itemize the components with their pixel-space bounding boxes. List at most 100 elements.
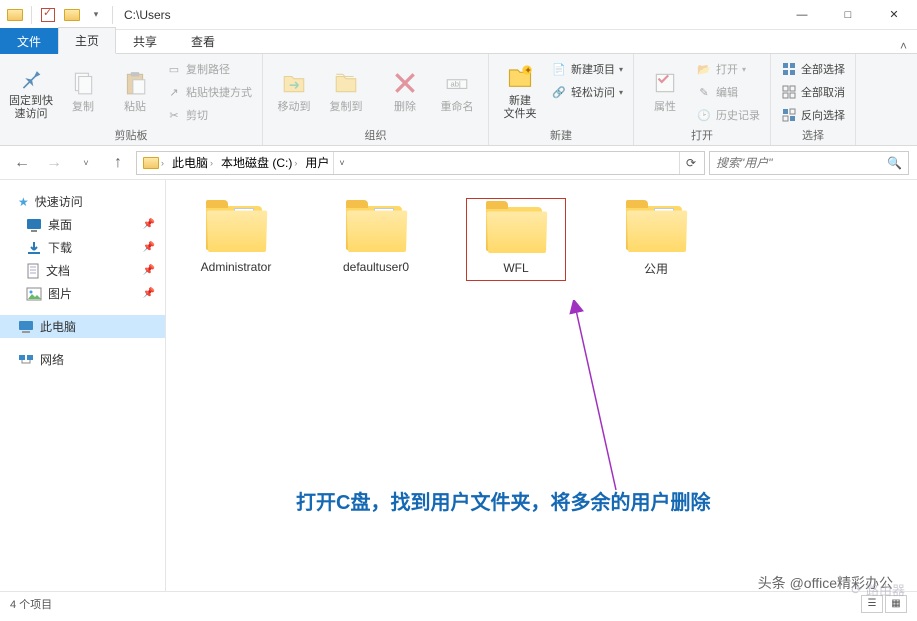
content-pane[interactable]: Administrator defaultuser0 WFL 公用 打开C盘，找… [166,180,917,591]
easyaccess-icon: 🔗 [551,84,567,100]
quick-access-toolbar: ▾ [0,4,120,26]
copy-path-button[interactable]: ▭ 复制路径 [162,58,256,80]
folder-icon[interactable] [4,4,26,26]
paste-shortcut-button[interactable]: ↗ 粘贴快捷方式 [162,81,256,103]
tab-view[interactable]: 查看 [174,28,232,54]
search-field[interactable] [716,156,887,170]
moveto-icon [278,67,310,99]
folder-item[interactable]: defaultuser0 [326,198,426,281]
history-icon: 🕑 [696,107,712,123]
ribbon-group-new: ✦ 新建 文件夹 📄 新建项目 ▾ 🔗 轻松访问 ▾ 新建 [489,54,634,145]
folder-grid: Administrator defaultuser0 WFL 公用 [186,198,897,281]
statusbar: 4 个项目 ☰ ▦ [0,591,917,615]
ribbon-group-select: 全部选择 全部取消 反向选择 选择 [771,54,856,145]
selectnone-icon [781,84,797,100]
breadcrumb-thispc[interactable]: 此电脑› [168,152,217,174]
folder-item[interactable]: Administrator [186,198,286,281]
breadcrumb-users[interactable]: 用户 [301,152,333,174]
history-button[interactable]: 🕑 历史记录 [692,104,764,126]
recent-dropdown[interactable]: ˅ [72,151,100,175]
tab-share[interactable]: 共享 [116,28,174,54]
newfolder-icon: ✦ [504,61,536,93]
downloads-icon [26,241,42,255]
sidebar-item-downloads[interactable]: 下载 📌 [0,236,165,259]
copyto-button[interactable]: 复制到 [321,56,371,126]
group-label-select: 选择 [777,126,849,144]
annotation-text: 打开C盘，找到用户文件夹，将多余的用户删除 [296,486,710,515]
edit-icon: ✎ [696,84,712,100]
thispc-icon [18,320,34,334]
search-input[interactable]: 🔍 [709,151,909,175]
ribbon-tabs: 文件 主页 共享 查看 ˄ [0,30,917,54]
back-button[interactable]: ← [8,151,36,175]
edit-button[interactable]: ✎ 编辑 [692,81,764,103]
folder-item-highlighted[interactable]: WFL [466,198,566,281]
open-button[interactable]: 📂 打开 ▾ [692,58,764,80]
copyto-icon [330,67,362,99]
documents-icon [26,263,40,279]
watermark-secondary: ⟳路由器 [851,580,905,599]
forward-button[interactable]: → [40,151,68,175]
rename-button[interactable]: ab| 重命名 [432,56,482,126]
selectall-button[interactable]: 全部选择 [777,58,849,80]
desktop-icon [26,218,42,232]
qat-dropdown-icon[interactable]: ▾ [85,4,107,26]
pin-icon [15,61,47,93]
sidebar-item-desktop[interactable]: 桌面 📌 [0,213,165,236]
sidebar-item-thispc[interactable]: 此电脑 [0,315,165,338]
delete-icon [389,67,421,99]
refresh-button[interactable]: ⟳ [679,152,702,174]
main: ★ 快速访问 桌面 📌 下载 📌 文档 📌 图片 📌 此电脑 [0,180,917,591]
window-controls: — □ ✕ [779,0,917,30]
up-button[interactable]: ↑ [104,151,132,175]
sidebar-item-network[interactable]: 网络 [0,348,165,371]
tab-file[interactable]: 文件 [0,28,58,54]
folder-icon[interactable]: › [139,152,168,174]
ribbon: 固定到快 速访问 复制 粘贴 ▭ 复制路径 ↗ 粘贴快捷方式 [0,54,917,146]
folder-label: Administrator [201,260,272,274]
invert-button[interactable]: 反向选择 [777,104,849,126]
addressbar[interactable]: › 此电脑› 本地磁盘 (C:)› 用户 ˅ ⟳ [136,151,705,175]
folder-icon [204,202,268,254]
paste-button[interactable]: 粘贴 [110,56,160,126]
paste-icon [119,67,151,99]
newitem-button[interactable]: 📄 新建项目 ▾ [547,58,627,80]
breadcrumb-drive[interactable]: 本地磁盘 (C:)› [217,152,301,174]
folder-icon [484,203,548,255]
pin-icon: 📌 [143,219,155,230]
copy-button[interactable]: 复制 [58,56,108,126]
sidebar-item-documents[interactable]: 文档 📌 [0,259,165,282]
address-dropdown[interactable]: ˅ [333,152,349,174]
maximize-button[interactable]: □ [825,0,871,30]
ribbon-group-open: 属性 📂 打开 ▾ ✎ 编辑 🕑 历史记录 打开 [634,54,771,145]
moveto-button[interactable]: 移动到 [269,56,319,126]
scissors-icon: ✂ [166,107,182,123]
folder-item[interactable]: 公用 [606,198,706,281]
minimize-button[interactable]: — [779,0,825,30]
newitem-icon: 📄 [551,61,567,77]
delete-button[interactable]: 删除 [380,56,430,126]
sidebar-item-quickaccess[interactable]: ★ 快速访问 [0,190,165,213]
cut-button[interactable]: ✂ 剪切 [162,104,256,126]
pin-icon: 📌 [143,242,155,253]
shortcut-icon: ↗ [166,84,182,100]
search-icon[interactable]: 🔍 [887,156,902,170]
folder-icon [624,202,688,254]
easyaccess-button[interactable]: 🔗 轻松访问 ▾ [547,81,627,103]
newfolder-button[interactable]: ✦ 新建 文件夹 [495,56,545,126]
close-button[interactable]: ✕ [871,0,917,30]
folder-label: defaultuser0 [343,260,409,274]
window-title: C:\Users [120,8,171,22]
folder-icon[interactable] [61,4,83,26]
copy-icon [67,67,99,99]
pictures-icon [26,287,42,301]
ribbon-collapse-icon[interactable]: ˄ [890,39,917,53]
folder-icon [344,202,408,254]
tab-home[interactable]: 主页 [58,27,116,54]
properties-button[interactable]: 属性 [640,56,690,126]
properties-qat-icon[interactable] [37,4,59,26]
pin-to-quickaccess-button[interactable]: 固定到快 速访问 [6,56,56,126]
group-label-new: 新建 [495,126,627,144]
sidebar-item-pictures[interactable]: 图片 📌 [0,282,165,305]
selectnone-button[interactable]: 全部取消 [777,81,849,103]
